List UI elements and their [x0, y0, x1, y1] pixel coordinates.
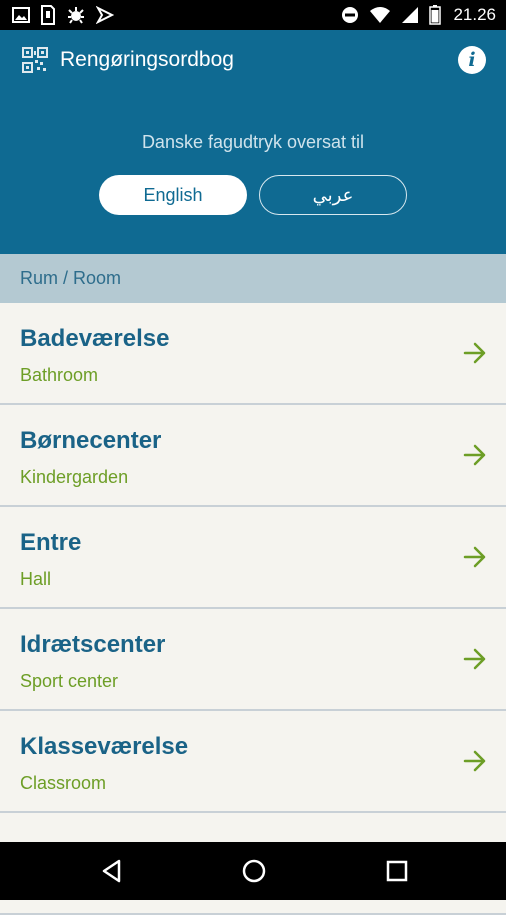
room-danish-name: Idrætscenter — [20, 631, 166, 658]
arabic-language-button[interactable]: عربي — [259, 175, 407, 215]
room-danish-name: Badeværelse — [20, 325, 170, 352]
arrow-right-icon — [463, 648, 486, 670]
arrow-right-icon — [463, 546, 486, 568]
room-english-name: Hall — [20, 569, 52, 589]
language-panel: Danske fagudtryk oversat til English عرب… — [0, 90, 506, 254]
arrow-right-icon — [463, 750, 486, 772]
arrow-right-icon — [463, 444, 486, 466]
back-icon[interactable] — [98, 857, 126, 885]
usb-debug-icon — [68, 7, 84, 24]
battery-icon — [429, 5, 442, 25]
language-prompt: Danske fagudtryk oversat til — [141, 132, 365, 152]
status-bar-left — [12, 5, 114, 25]
notification-icon — [96, 6, 114, 24]
status-bar: 21.26 — [0, 0, 506, 30]
arrow-right-icon — [463, 342, 486, 364]
app-bar: Rengøringsordbog i — [0, 30, 506, 90]
list-item[interactable]: Idrætscenter Sport center — [0, 609, 506, 711]
info-icon: i — [468, 49, 476, 71]
info-button[interactable]: i — [458, 46, 486, 74]
home-icon[interactable] — [240, 857, 268, 885]
signal-icon — [402, 7, 419, 23]
gallery-icon — [12, 7, 30, 23]
list-item[interactable]: Entre Hall — [0, 507, 506, 609]
section-header: Rum / Room — [0, 254, 506, 303]
room-english-name: Classroom — [20, 773, 107, 793]
wifi-icon — [370, 7, 391, 23]
room-danish-name: Entre — [20, 529, 82, 556]
room-english-name: Bathroom — [20, 365, 99, 385]
qr-code-logo-icon — [22, 47, 48, 73]
room-danish-name: Klasseværelse — [20, 733, 189, 760]
status-time: 21.26 — [453, 5, 496, 24]
room-english-name: Sport center — [20, 671, 119, 691]
room-english-name: Kindergarden — [20, 467, 129, 487]
sim-card-icon — [41, 5, 55, 25]
app-title: Rengøringsordbog — [60, 48, 234, 71]
recents-icon[interactable] — [383, 857, 411, 885]
room-list: Badeværelse Bathroom Børnecenter Kinderg… — [0, 303, 506, 915]
do-not-disturb-icon — [342, 7, 359, 23]
status-bar-right: 21.26 — [341, 5, 496, 25]
room-danish-name: Børnecenter — [20, 427, 162, 454]
list-item[interactable]: Klasseværelse Classroom — [0, 711, 506, 813]
navigation-bar — [0, 842, 506, 900]
list-item[interactable]: Børnecenter Kindergarden — [0, 405, 506, 507]
english-language-button[interactable]: English — [99, 175, 247, 215]
list-item[interactable]: Badeværelse Bathroom — [0, 303, 506, 405]
